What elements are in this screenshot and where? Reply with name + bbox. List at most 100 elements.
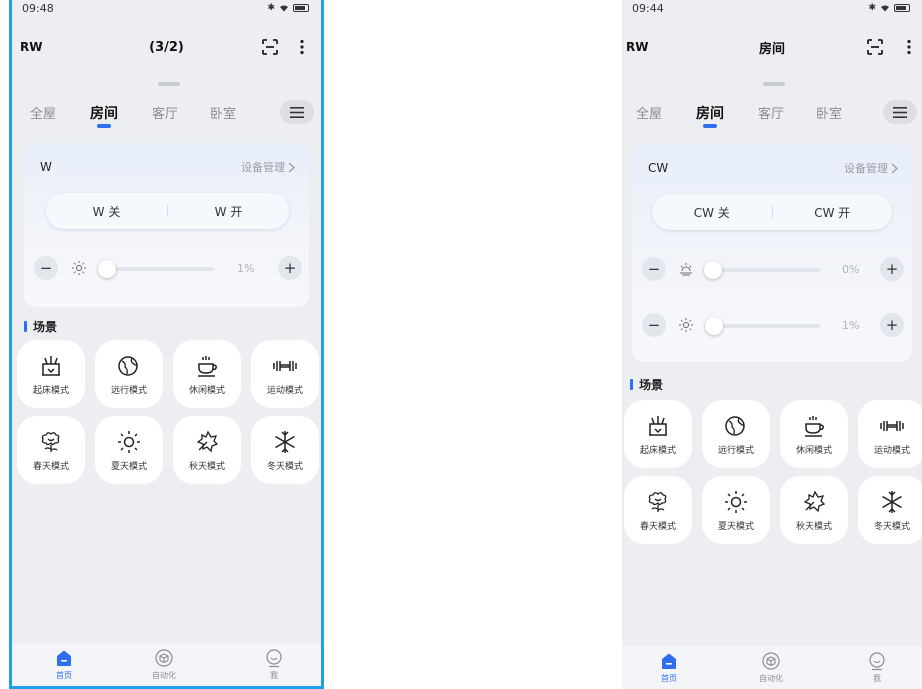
- status-icons: ✱: [267, 3, 309, 13]
- color-temperature-icon: [680, 263, 692, 276]
- device-name: CW: [648, 161, 669, 175]
- menu-button[interactable]: [883, 100, 917, 124]
- tab-living-room[interactable]: 客厅: [758, 103, 784, 122]
- tab-room[interactable]: 房间: [696, 103, 724, 123]
- wake-up-icon: [649, 415, 667, 436]
- scene-travel[interactable]: 远行模式: [702, 400, 770, 468]
- scene-label: 运动模式: [873, 445, 910, 456]
- menu-button[interactable]: [280, 100, 314, 124]
- bottom-navigation: 首页 自动化 我: [12, 644, 321, 686]
- scene-wake-up[interactable]: 起床模式: [17, 340, 85, 408]
- scene-summer[interactable]: 夏天模式: [702, 476, 770, 544]
- decrease-button[interactable]: −: [34, 256, 58, 280]
- color-temperature-slider-row: − 0% +: [642, 257, 904, 283]
- screenshot-canvas: 09:48 ✱ RW (3/2) 全屋 房间 客厅 卧室 W 设备管理 W 关 …: [0, 0, 922, 689]
- nav-home[interactable]: 首页: [34, 648, 94, 681]
- brightness-slider-thumb[interactable]: [98, 260, 116, 278]
- grab-handle[interactable]: [158, 82, 180, 86]
- device-card: CW 设备管理 CW 关 CW 开 − 0% + − 1% +: [632, 144, 912, 362]
- scene-label: 春天模式: [32, 461, 69, 472]
- nav-automation[interactable]: 自动化: [134, 648, 194, 681]
- device-manage-link[interactable]: 设备管理: [241, 159, 295, 175]
- decrease-button[interactable]: −: [642, 257, 666, 281]
- off-button[interactable]: W 关: [46, 203, 167, 220]
- scene-label: 休闲模式: [188, 385, 225, 396]
- on-button[interactable]: CW 开: [773, 204, 893, 221]
- increase-button[interactable]: +: [880, 257, 904, 281]
- nav-home[interactable]: 首页: [639, 651, 699, 684]
- decrease-button[interactable]: −: [642, 313, 666, 337]
- scene-leisure[interactable]: 休闲模式: [780, 400, 848, 468]
- dumbbell-icon: [273, 360, 297, 371]
- scene-grid: 起床模式 远行模式 休闲模式 运动模式 春天模式 夏天模式 秋天模式 冬天模式: [17, 340, 319, 484]
- power-switch: W 关 W 开: [46, 193, 289, 229]
- nav-me[interactable]: 我: [847, 651, 907, 684]
- tab-room[interactable]: 房间: [90, 103, 118, 123]
- nav-automation-label: 自动化: [759, 674, 783, 683]
- hamburger-menu-icon: [290, 106, 304, 118]
- increase-button[interactable]: +: [880, 313, 904, 337]
- scene-sport[interactable]: 运动模式: [858, 400, 922, 468]
- leaf-icon: [803, 490, 826, 512]
- smiley-icon: [266, 649, 282, 668]
- off-button[interactable]: CW 关: [652, 204, 772, 221]
- nav-me[interactable]: 我: [244, 648, 304, 681]
- app-name: RW: [626, 40, 649, 54]
- brightness-value: 1%: [842, 319, 860, 332]
- scene-leisure[interactable]: 休闲模式: [173, 340, 241, 408]
- globe-icon: [725, 415, 745, 436]
- scene-label: 春天模式: [639, 521, 676, 532]
- scenes-section-title: 场景: [630, 376, 663, 393]
- scene-label: 远行模式: [110, 385, 147, 396]
- scene-label: 冬天模式: [873, 521, 910, 532]
- on-button[interactable]: W 开: [168, 203, 289, 220]
- scenes-title: 场景: [33, 320, 58, 334]
- scene-winter[interactable]: 冬天模式: [858, 476, 922, 544]
- nav-automation[interactable]: 自动化: [741, 651, 801, 684]
- grab-handle[interactable]: [763, 82, 785, 86]
- section-marker: [630, 379, 633, 390]
- device-card: W 设备管理 W 关 W 开 − 1% +: [24, 143, 309, 307]
- scene-spring[interactable]: 春天模式: [624, 476, 692, 544]
- scene-autumn[interactable]: 秋天模式: [780, 476, 848, 544]
- nav-automation-label: 自动化: [152, 671, 176, 680]
- increase-button[interactable]: +: [278, 256, 302, 280]
- tab-all-house[interactable]: 全屋: [636, 103, 662, 122]
- more-icon[interactable]: [900, 38, 918, 56]
- tab-bedroom[interactable]: 卧室: [210, 103, 236, 122]
- device-manage-link[interactable]: 设备管理: [844, 160, 898, 176]
- smiley-icon: [869, 652, 885, 671]
- home-icon: [57, 650, 71, 666]
- scene-autumn[interactable]: 秋天模式: [173, 416, 241, 484]
- tab-all-house[interactable]: 全屋: [30, 103, 56, 122]
- tab-living-room[interactable]: 客厅: [152, 103, 178, 122]
- scene-summer[interactable]: 夏天模式: [95, 416, 163, 484]
- nav-home-label: 首页: [56, 671, 72, 680]
- scan-icon[interactable]: [261, 38, 279, 56]
- scene-spring[interactable]: 春天模式: [17, 416, 85, 484]
- wifi-icon: [881, 5, 889, 12]
- scene-label: 夏天模式: [717, 521, 754, 532]
- scene-wake-up[interactable]: 起床模式: [624, 400, 692, 468]
- color-temperature-value: 0%: [842, 263, 860, 276]
- globe-icon: [118, 355, 138, 376]
- sun-icon: [725, 490, 747, 513]
- scene-label: 起床模式: [32, 385, 69, 396]
- more-icon[interactable]: [293, 38, 311, 56]
- coffee-cup-icon: [198, 355, 217, 377]
- tab-bedroom[interactable]: 卧室: [816, 103, 842, 122]
- app-name: RW: [20, 40, 43, 54]
- wifi-icon: [280, 5, 288, 12]
- section-marker: [24, 321, 27, 332]
- room-tabs: 全屋 房间 客厅 卧室: [12, 100, 321, 130]
- color-temperature-slider-thumb[interactable]: [704, 261, 722, 279]
- status-time: 09:44: [632, 1, 664, 15]
- scenes-section-title: 场景: [24, 318, 57, 335]
- title-bar: RW (3/2): [12, 33, 321, 61]
- scene-travel[interactable]: 远行模式: [95, 340, 163, 408]
- room-tabs: 全屋 房间 客厅 卧室: [622, 100, 922, 130]
- scan-icon[interactable]: [866, 38, 884, 56]
- scene-sport[interactable]: 运动模式: [251, 340, 319, 408]
- brightness-slider-thumb[interactable]: [705, 317, 723, 335]
- scene-winter[interactable]: 冬天模式: [251, 416, 319, 484]
